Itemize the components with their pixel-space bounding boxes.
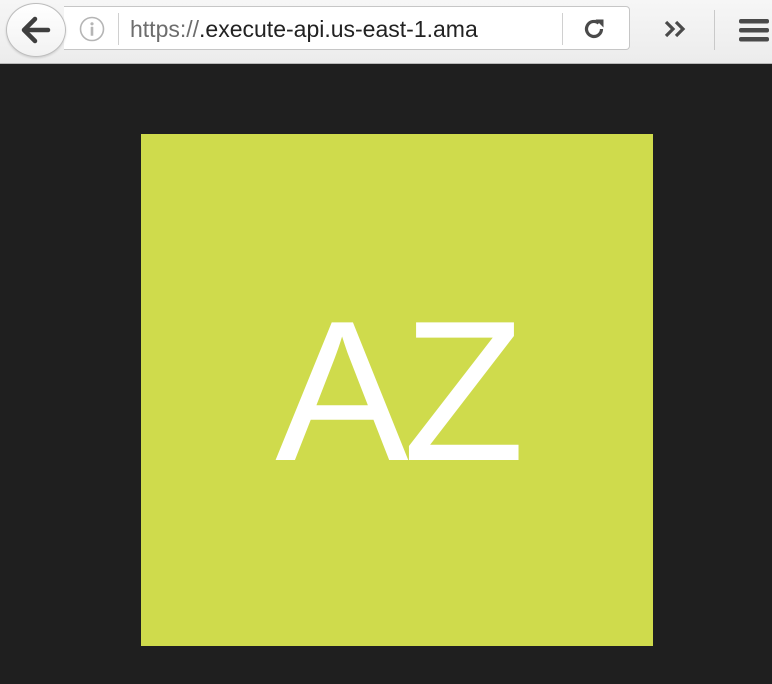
url-scheme: https://: [130, 16, 200, 42]
avatar: AZ: [141, 134, 653, 646]
double-chevron-right-icon: [663, 19, 689, 39]
address-bar[interactable]: https://.execute-api.us-east-1.ama: [64, 6, 630, 50]
hamburger-menu-icon: [737, 16, 769, 44]
avatar-initials: AZ: [275, 280, 525, 503]
browser-toolbar: https://.execute-api.us-east-1.ama: [0, 0, 772, 64]
url-text[interactable]: https://.execute-api.us-east-1.ama: [130, 16, 514, 42]
reload-divider: [562, 13, 563, 45]
reload-icon[interactable]: [576, 14, 612, 44]
back-button[interactable]: [6, 3, 66, 57]
menu-button[interactable]: [734, 12, 772, 48]
address-divider: [118, 13, 119, 45]
back-arrow-icon: [20, 15, 52, 45]
url-host: .execute-api.us-east-1.ama: [199, 16, 478, 42]
toolbar-overflow-button[interactable]: [656, 12, 696, 46]
info-icon[interactable]: [78, 15, 106, 43]
page-content: AZ: [0, 64, 772, 684]
toolbar-divider: [714, 10, 715, 50]
